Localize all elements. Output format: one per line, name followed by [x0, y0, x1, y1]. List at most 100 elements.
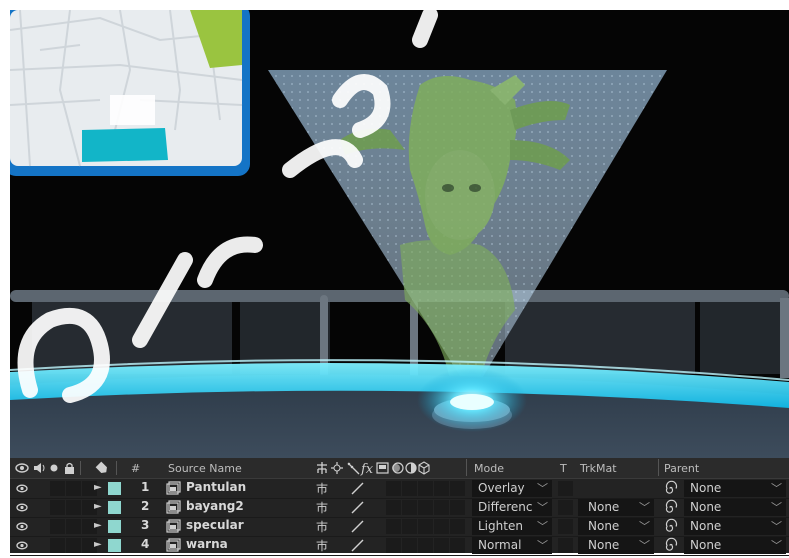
parent-dropdown[interactable]: None ﹀ — [684, 518, 786, 535]
quality-switch-icon[interactable] — [348, 536, 368, 555]
label-tag-icon[interactable] — [95, 461, 109, 475]
effect-switch[interactable] — [386, 538, 401, 553]
composition-icon — [166, 538, 181, 552]
blend-mode-dropdown[interactable]: Differenc ﹀ — [472, 499, 552, 516]
preserve-transparency-switch[interactable] — [558, 500, 573, 515]
effect-switch[interactable] — [386, 500, 401, 515]
eye-icon[interactable] — [16, 541, 28, 550]
layer-name[interactable]: specular — [186, 518, 244, 532]
adjustment-switch[interactable] — [434, 538, 449, 553]
shy-icon[interactable] — [317, 462, 327, 474]
audio-switch[interactable] — [50, 481, 65, 496]
3d-switch[interactable] — [450, 538, 465, 553]
solo-icon[interactable] — [50, 464, 58, 472]
column-number: # — [131, 462, 141, 475]
pickwhip-icon[interactable] — [662, 536, 680, 555]
parent-value: None — [690, 500, 722, 514]
layer-name[interactable]: bayang2 — [186, 499, 244, 513]
svg-text:fx: fx — [360, 462, 374, 476]
motion-blur-switch[interactable] — [418, 538, 433, 553]
audio-switch[interactable] — [50, 519, 65, 534]
trkmat-dropdown[interactable]: None ﹀ — [578, 518, 654, 535]
quality-icon[interactable] — [347, 462, 360, 475]
eye-icon[interactable] — [16, 522, 28, 531]
frame-blend-icon[interactable] — [376, 462, 389, 474]
trkmat-value: None — [588, 500, 620, 514]
quality-switch-icon[interactable] — [348, 517, 368, 536]
motion-blur-switch[interactable] — [418, 481, 433, 496]
quality-switch-icon[interactable] — [348, 498, 368, 517]
layer-number: 3 — [141, 518, 150, 532]
chevron-down-icon: ﹀ — [639, 539, 650, 552]
label-color-swatch[interactable] — [108, 520, 121, 533]
trkmat-dropdown[interactable]: None ﹀ — [578, 499, 654, 516]
layer-row[interactable]: ► 2 bayang2 巿 Differenc ﹀ None ﹀ None ﹀ — [10, 498, 789, 518]
audio-switch[interactable] — [50, 538, 65, 553]
quality-switch-icon[interactable] — [348, 479, 368, 498]
preserve-transparency-switch[interactable] — [558, 519, 573, 534]
eye-icon[interactable] — [16, 484, 28, 493]
solo-switch[interactable] — [66, 481, 81, 496]
parent-dropdown[interactable]: None ﹀ — [684, 537, 786, 554]
3d-layer-icon[interactable] — [418, 461, 430, 475]
layer-row[interactable]: ► 1 Pantulan 巿 Overlay ﹀ None ﹀ — [10, 479, 789, 499]
shy-switch-icon[interactable]: 巿 — [316, 537, 328, 556]
layer-name[interactable]: warna — [186, 537, 228, 551]
label-color-swatch[interactable] — [108, 482, 121, 495]
adjustment-icon[interactable] — [405, 462, 417, 474]
shy-switch-icon[interactable]: 巿 — [316, 480, 328, 499]
parent-dropdown[interactable]: None ﹀ — [684, 480, 786, 497]
motion-blur-switch[interactable] — [418, 500, 433, 515]
trkmat-dropdown[interactable]: None ﹀ — [578, 537, 654, 554]
layer-name[interactable]: Pantulan — [186, 480, 246, 494]
fx-icon[interactable]: fx — [360, 462, 374, 476]
adjustment-switch[interactable] — [434, 519, 449, 534]
pickwhip-icon[interactable] — [662, 498, 680, 517]
label-color-swatch[interactable] — [108, 501, 121, 514]
3d-switch[interactable] — [450, 481, 465, 496]
audio-icon[interactable] — [34, 463, 45, 473]
eye-icon[interactable] — [16, 503, 28, 512]
eye-icon[interactable] — [15, 463, 29, 473]
solo-switch[interactable] — [66, 519, 81, 534]
blend-mode-dropdown[interactable]: Lighten ﹀ — [472, 518, 552, 535]
preserve-transparency-switch[interactable] — [558, 481, 573, 496]
blend-mode-dropdown[interactable]: Normal ﹀ — [472, 537, 552, 554]
audio-switch[interactable] — [50, 500, 65, 515]
frame-blend-switch[interactable] — [402, 519, 417, 534]
layer-row[interactable]: ► 3 specular 巿 Lighten ﹀ None ﹀ None ﹀ — [10, 517, 789, 537]
frame-blend-switch[interactable] — [402, 500, 417, 515]
blend-mode-dropdown[interactable]: Overlay ﹀ — [472, 480, 552, 497]
column-source-name[interactable]: Source Name — [168, 462, 242, 475]
chevron-down-icon: ﹀ — [537, 501, 548, 514]
3d-switch[interactable] — [450, 519, 465, 534]
pickwhip-icon[interactable] — [662, 479, 680, 498]
shy-switch-icon[interactable]: 巿 — [316, 518, 328, 537]
pickwhip-icon[interactable] — [662, 517, 680, 536]
3d-switch[interactable] — [450, 500, 465, 515]
preserve-transparency-switch[interactable] — [558, 538, 573, 553]
expand-arrow-icon[interactable]: ► — [94, 539, 102, 558]
collapse-icon[interactable] — [331, 462, 343, 474]
frame-blend-switch[interactable] — [402, 538, 417, 553]
motion-blur-switch[interactable] — [418, 519, 433, 534]
adjustment-switch[interactable] — [434, 481, 449, 496]
label-color-swatch[interactable] — [108, 539, 121, 552]
chevron-down-icon: ﹀ — [537, 520, 548, 533]
effect-switch[interactable] — [386, 519, 401, 534]
layer-row[interactable]: ► 4 warna 巿 Normal ﹀ None ﹀ None ﹀ — [10, 536, 789, 556]
frame-blend-switch[interactable] — [402, 481, 417, 496]
parent-dropdown[interactable]: None ﹀ — [684, 499, 786, 516]
column-parent[interactable]: Parent — [664, 462, 699, 475]
column-t[interactable]: T — [560, 462, 567, 475]
column-trkmat[interactable]: TrkMat — [580, 462, 617, 475]
solo-switch[interactable] — [66, 500, 81, 515]
effect-switch[interactable] — [386, 481, 401, 496]
blend-mode-value: Lighten — [478, 519, 523, 533]
adjustment-switch[interactable] — [434, 500, 449, 515]
motion-blur-icon[interactable] — [392, 462, 404, 474]
solo-switch[interactable] — [66, 538, 81, 553]
lock-icon[interactable] — [65, 462, 74, 475]
shy-switch-icon[interactable]: 巿 — [316, 499, 328, 518]
column-mode[interactable]: Mode — [474, 462, 504, 475]
